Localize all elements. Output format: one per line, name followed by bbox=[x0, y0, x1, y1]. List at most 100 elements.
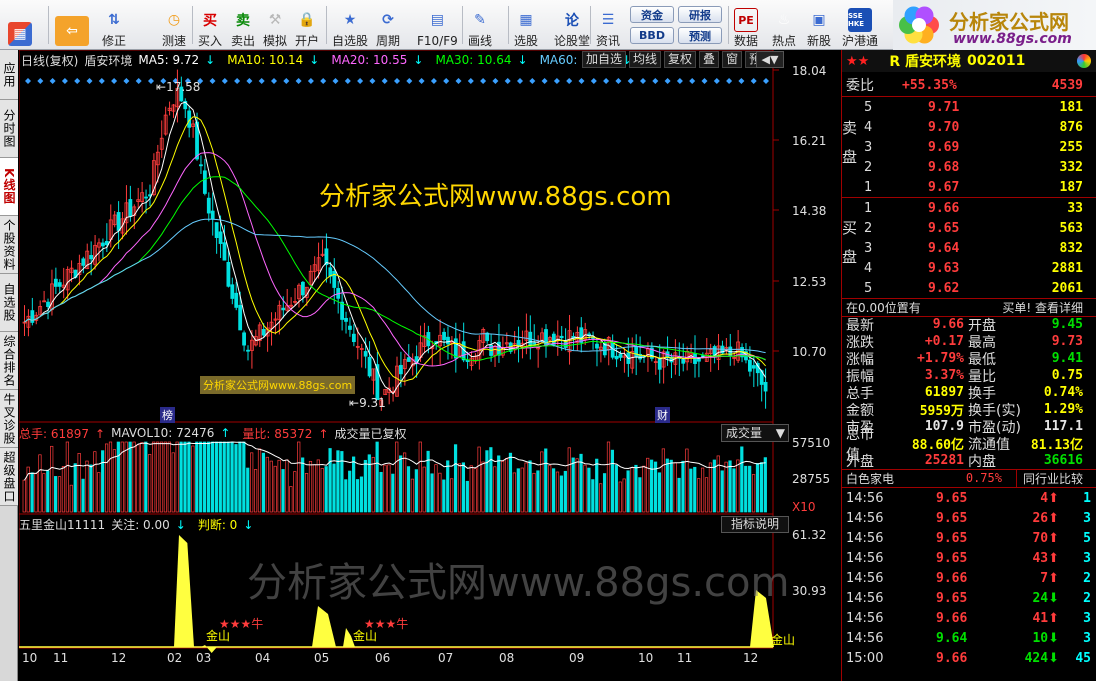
news-button[interactable]: ☰ 资讯 bbox=[596, 3, 620, 48]
volume-bar bbox=[183, 441, 187, 513]
volume-dropdown[interactable]: 成交量 ▼ bbox=[721, 424, 789, 442]
side-tab[interactable]: 分时图 bbox=[0, 100, 18, 158]
side-tab[interactable]: K线图 bbox=[0, 158, 18, 216]
hk-connect-button[interactable]: SSE HKE 沪港通 bbox=[842, 3, 878, 48]
kline-header-button[interactable]: 均线 bbox=[629, 51, 662, 68]
sell-level-row[interactable]: 4 9.70 876 bbox=[864, 117, 1096, 137]
event-marker bbox=[234, 78, 241, 84]
sell-level-row[interactable]: 2 9.68 332 bbox=[864, 157, 1096, 177]
tick-price: 9.65 bbox=[936, 490, 968, 506]
kline-header-button[interactable]: 加自选 bbox=[582, 51, 627, 68]
time-tick: 04 bbox=[255, 651, 271, 665]
buy-level-row[interactable]: 1 9.66 33 bbox=[864, 198, 1096, 218]
sell-button[interactable]: 卖卖出 bbox=[231, 3, 255, 48]
time-tick: 11 bbox=[53, 651, 69, 665]
volume-bar bbox=[97, 472, 101, 513]
event-marker bbox=[295, 78, 302, 84]
side-tab[interactable]: 应用 bbox=[0, 50, 18, 100]
time-tick: 03 bbox=[196, 651, 212, 665]
toolbar-pill-button[interactable]: BBD bbox=[630, 27, 674, 44]
kline-menu-icon[interactable]: ◀▼ bbox=[756, 51, 784, 68]
grid-button[interactable]: ▦ bbox=[8, 3, 32, 48]
indicator-tick: 30.93 bbox=[792, 584, 827, 598]
chart-area[interactable]: 日线(复权) 盾安环境 MA5: 9.72 ↓ MA10: 10.14 ↓ MA20: … bbox=[19, 50, 841, 667]
side-tab[interactable]: 牛叉诊股 bbox=[0, 390, 18, 448]
volume-bar bbox=[163, 441, 168, 513]
side-tab[interactable]: 个股资料 bbox=[0, 216, 18, 274]
volume-bar bbox=[54, 476, 58, 513]
back-arrow-button[interactable]: ⇦ bbox=[55, 3, 89, 48]
kline-header-button[interactable]: 复权 bbox=[664, 51, 697, 68]
select-stock-button[interactable]: ▦ 选股 bbox=[514, 3, 538, 48]
toolbar-label: 沪港通 bbox=[842, 34, 879, 48]
stat-value: +0.17 bbox=[924, 334, 964, 349]
arrow-updown-button[interactable]: ⇅ 修正 bbox=[102, 3, 126, 48]
volume-bar bbox=[261, 452, 266, 513]
tick-time: 14:56 bbox=[846, 590, 884, 606]
clock-button[interactable]: ◷ 测速 bbox=[162, 3, 186, 48]
forum-button[interactable]: 论论股堂 bbox=[554, 3, 590, 48]
toolbar-pill-button[interactable]: 研报 bbox=[678, 6, 722, 23]
sell-level-row[interactable]: 5 9.71 181 bbox=[864, 97, 1096, 117]
indicator-help-button[interactable]: 指标说明 bbox=[721, 516, 789, 533]
level-num: 5 bbox=[864, 280, 873, 296]
kline-header-button[interactable]: 叠 bbox=[699, 51, 720, 68]
period-button[interactable]: ⟳ 周期 bbox=[376, 3, 400, 48]
volume-bar bbox=[277, 459, 281, 513]
buy-level-row[interactable]: 3 9.64 832 bbox=[864, 238, 1096, 258]
volume-bar bbox=[563, 470, 567, 513]
side-tab[interactable]: 超级盘口 bbox=[0, 448, 18, 506]
price-tick: 12.53 bbox=[792, 275, 827, 289]
volume-bar bbox=[536, 470, 540, 513]
tick-row: 14:56 9.65 4 ⬆ 1 bbox=[842, 488, 1096, 508]
volume-bar bbox=[755, 463, 760, 513]
color-wheel-icon[interactable] bbox=[1077, 54, 1091, 68]
tick-volume: 41 bbox=[1032, 610, 1049, 626]
toolbar-pill-button[interactable]: 预测 bbox=[678, 27, 722, 44]
pe-button[interactable]: PE 数据 bbox=[734, 3, 758, 48]
new-stock-button[interactable]: ▣ 新股 bbox=[807, 3, 831, 48]
volume-bar bbox=[222, 441, 226, 513]
volume-bar bbox=[665, 458, 669, 513]
candle-body bbox=[340, 301, 345, 320]
candle-body bbox=[226, 261, 231, 287]
time-tick: 06 bbox=[375, 651, 391, 665]
candle-body bbox=[579, 327, 584, 343]
sell-level-row[interactable]: 3 9.69 255 bbox=[864, 137, 1096, 157]
event-marker bbox=[701, 78, 708, 84]
volume-bar bbox=[352, 456, 356, 513]
side-tab[interactable]: 综合排名 bbox=[0, 332, 18, 390]
buy-label: 买盘 bbox=[840, 220, 858, 278]
candle-body bbox=[747, 359, 752, 372]
hammer-button[interactable]: ⚒ 模拟 bbox=[263, 3, 287, 48]
detail-link[interactable]: 买单! 查看详细 bbox=[1002, 299, 1083, 316]
side-tab[interactable]: 自选股 bbox=[0, 274, 18, 332]
industry-name[interactable]: 白色家电 bbox=[846, 470, 894, 487]
compare-button[interactable]: 同行业比较 bbox=[1015, 469, 1083, 487]
buy-level-row[interactable]: 4 9.63 2881 bbox=[864, 258, 1096, 278]
buy-level-row[interactable]: 5 9.62 2061 bbox=[864, 278, 1096, 298]
time-tick: 02 bbox=[167, 651, 183, 665]
event-marker bbox=[467, 78, 474, 84]
fire-button[interactable]: ♨ 热点 bbox=[772, 3, 796, 48]
kline-header-button[interactable]: 窗 bbox=[722, 51, 743, 68]
volume-bar bbox=[289, 486, 293, 513]
volume-bar bbox=[38, 454, 42, 513]
pencil-button[interactable]: ✎ 画线 bbox=[468, 3, 492, 48]
candle-body bbox=[453, 338, 458, 359]
toolbar-pill-button[interactable]: 资金 bbox=[630, 6, 674, 23]
stat-row: 外盘 25281 内盘 36616 bbox=[842, 452, 1096, 470]
lock-button[interactable]: 🔒 开户 bbox=[295, 3, 319, 48]
f10-button[interactable]: ▤ F10/F9 bbox=[417, 3, 458, 48]
sell-level-row[interactable]: 1 9.67 187 bbox=[864, 177, 1096, 197]
star-folder-button[interactable]: ★ 自选股 bbox=[332, 3, 368, 48]
period-label[interactable]: 日线(复权) bbox=[21, 52, 78, 69]
volume-bar bbox=[732, 468, 736, 513]
volume-bar bbox=[203, 441, 207, 513]
volume-bar bbox=[242, 441, 246, 513]
volume-bar bbox=[132, 441, 136, 513]
stat-value: 5959万 bbox=[919, 404, 964, 419]
event-marker bbox=[455, 78, 462, 84]
buy-level-row[interactable]: 2 9.65 563 bbox=[864, 218, 1096, 238]
buy-button[interactable]: 买买入 bbox=[198, 3, 222, 48]
